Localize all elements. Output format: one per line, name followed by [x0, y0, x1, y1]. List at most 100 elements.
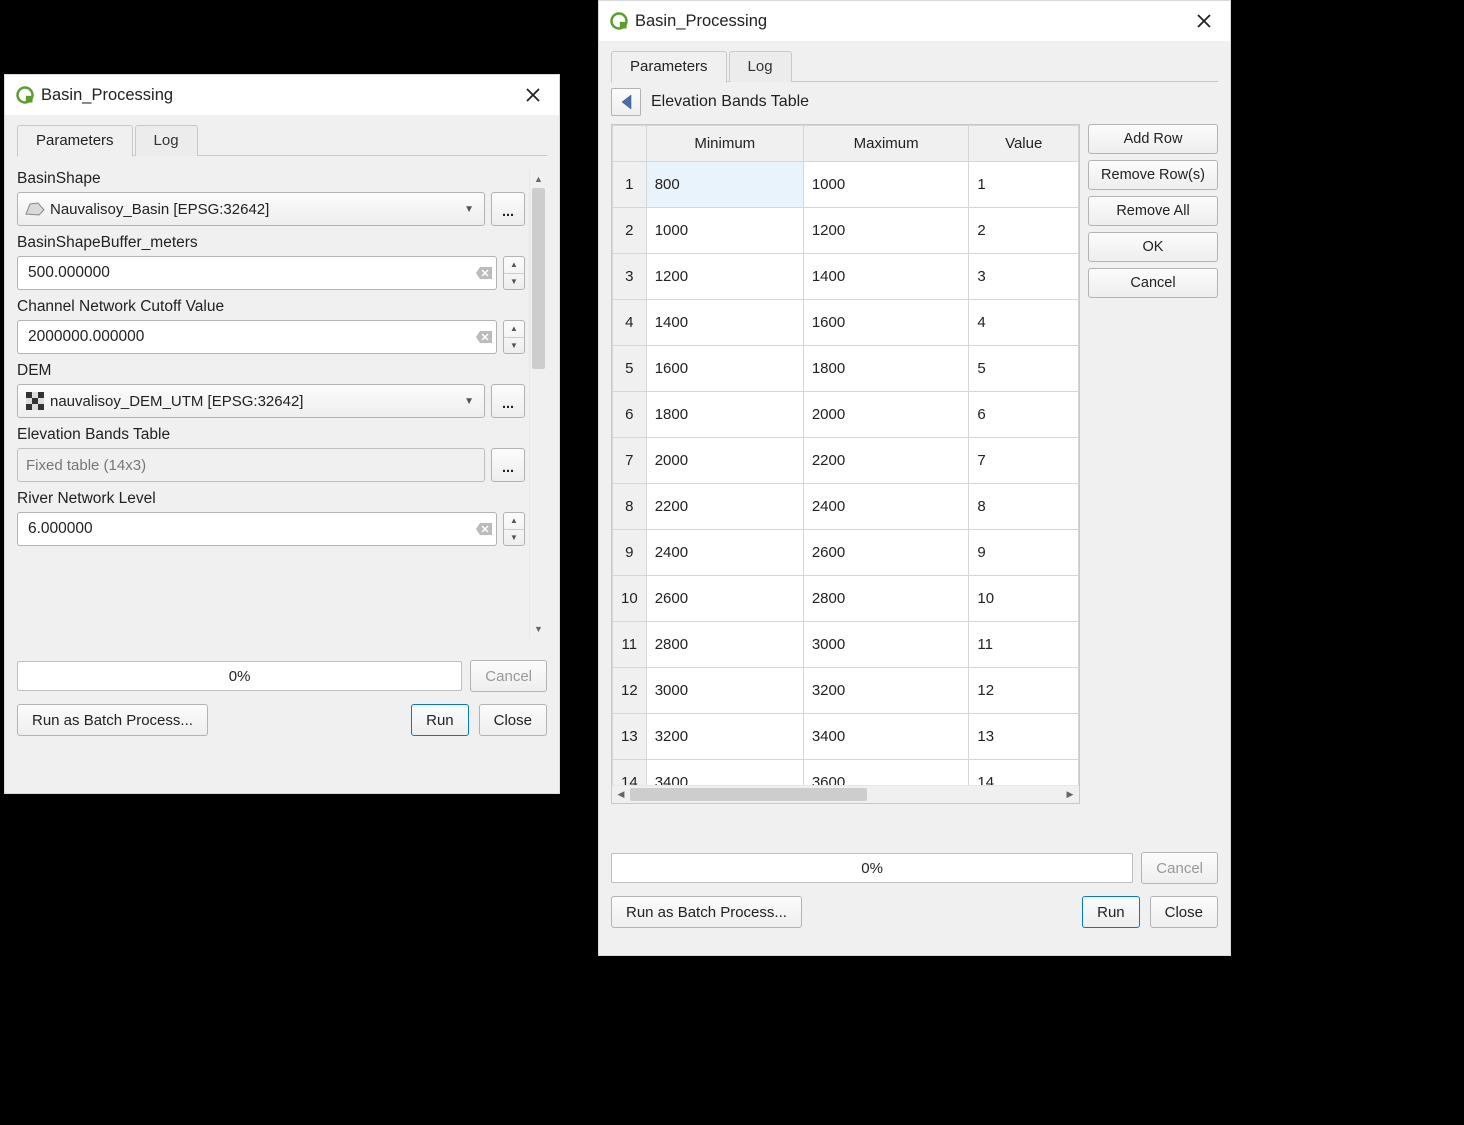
col-min[interactable]: Minimum: [646, 126, 803, 162]
table-row[interactable]: 133200340013: [613, 714, 1079, 760]
cell[interactable]: 2400: [803, 484, 969, 530]
spin-down-icon[interactable]: ▼: [504, 338, 524, 354]
run-button[interactable]: Run: [411, 704, 469, 736]
cell[interactable]: 2: [969, 208, 1079, 254]
cell[interactable]: 9: [969, 530, 1079, 576]
cell[interactable]: 7: [969, 438, 1079, 484]
row-header[interactable]: 6: [613, 392, 647, 438]
spin-up-icon[interactable]: ▲: [504, 321, 524, 338]
back-button[interactable]: [611, 88, 641, 116]
clear-icon[interactable]: [474, 267, 494, 279]
cell[interactable]: 1: [969, 162, 1079, 208]
cell[interactable]: 1800: [646, 392, 803, 438]
ok-button[interactable]: OK: [1088, 232, 1218, 262]
scroll-thumb[interactable]: [532, 188, 545, 369]
table-corner[interactable]: [613, 126, 647, 162]
elev-table-edit-button[interactable]: ...: [491, 448, 525, 482]
col-val[interactable]: Value: [969, 126, 1079, 162]
spin-down-icon[interactable]: ▼: [504, 530, 524, 546]
remove-rows-button[interactable]: Remove Row(s): [1088, 160, 1218, 190]
close-dialog-button[interactable]: Close: [1150, 896, 1218, 928]
run-batch-button[interactable]: Run as Batch Process...: [611, 896, 802, 928]
row-header[interactable]: 3: [613, 254, 647, 300]
river-level-spin[interactable]: ▲▼: [503, 512, 525, 546]
scroll-right-icon[interactable]: ▶: [1061, 789, 1079, 800]
table-row[interactable]: 2100012002: [613, 208, 1079, 254]
clear-icon[interactable]: [474, 331, 494, 343]
row-header[interactable]: 10: [613, 576, 647, 622]
cell[interactable]: 2000: [646, 438, 803, 484]
cell[interactable]: 2200: [646, 484, 803, 530]
cell[interactable]: 6: [969, 392, 1079, 438]
cell[interactable]: 12: [969, 668, 1079, 714]
cell[interactable]: 3600: [803, 760, 969, 786]
cell[interactable]: 3400: [803, 714, 969, 760]
table-row[interactable]: 8220024008: [613, 484, 1079, 530]
cutoff-spin[interactable]: ▲▼: [503, 320, 525, 354]
cell[interactable]: 1000: [803, 162, 969, 208]
row-header[interactable]: 12: [613, 668, 647, 714]
dem-more-button[interactable]: ...: [491, 384, 525, 418]
row-header[interactable]: 1: [613, 162, 647, 208]
cell[interactable]: 3000: [646, 668, 803, 714]
table-row[interactable]: 9240026009: [613, 530, 1079, 576]
cell[interactable]: 1200: [803, 208, 969, 254]
cell[interactable]: 1800: [803, 346, 969, 392]
row-header[interactable]: 11: [613, 622, 647, 668]
close-button[interactable]: [515, 77, 551, 113]
cell[interactable]: 11: [969, 622, 1079, 668]
cell[interactable]: 8: [969, 484, 1079, 530]
cell[interactable]: 2600: [803, 530, 969, 576]
horizontal-scrollbar[interactable]: ◀ ▶: [612, 785, 1079, 803]
cell[interactable]: 1000: [646, 208, 803, 254]
row-header[interactable]: 2: [613, 208, 647, 254]
cell[interactable]: 14: [969, 760, 1079, 786]
row-header[interactable]: 14: [613, 760, 647, 786]
table-row[interactable]: 112800300011: [613, 622, 1079, 668]
cutoff-input[interactable]: [26, 327, 474, 347]
scroll-thumb[interactable]: [630, 788, 867, 801]
run-batch-button[interactable]: Run as Batch Process...: [17, 704, 208, 736]
cell[interactable]: 3400: [646, 760, 803, 786]
cancel-table-button[interactable]: Cancel: [1088, 268, 1218, 298]
row-header[interactable]: 7: [613, 438, 647, 484]
cell[interactable]: 4: [969, 300, 1079, 346]
row-header[interactable]: 4: [613, 300, 647, 346]
vertical-scrollbar[interactable]: ▲ ▼: [529, 170, 547, 638]
spin-up-icon[interactable]: ▲: [504, 257, 524, 274]
close-button[interactable]: [1186, 3, 1222, 39]
cell[interactable]: 1600: [803, 300, 969, 346]
buffer-spin[interactable]: ▲▼: [503, 256, 525, 290]
scroll-down-icon[interactable]: ▼: [530, 620, 547, 638]
cell[interactable]: 1400: [646, 300, 803, 346]
cell[interactable]: 3000: [803, 622, 969, 668]
tab-parameters[interactable]: Parameters: [611, 51, 727, 83]
remove-all-button[interactable]: Remove All: [1088, 196, 1218, 226]
basinshape-more-button[interactable]: ...: [491, 192, 525, 226]
river-level-input[interactable]: [26, 519, 474, 539]
cell[interactable]: 2800: [646, 622, 803, 668]
table-row[interactable]: 4140016004: [613, 300, 1079, 346]
cell[interactable]: 10: [969, 576, 1079, 622]
cell[interactable]: 3200: [803, 668, 969, 714]
run-button[interactable]: Run: [1082, 896, 1140, 928]
cell[interactable]: 2400: [646, 530, 803, 576]
cell[interactable]: 5: [969, 346, 1079, 392]
tab-log[interactable]: Log: [135, 125, 198, 156]
row-header[interactable]: 8: [613, 484, 647, 530]
table-row[interactable]: 7200022007: [613, 438, 1079, 484]
cell[interactable]: 1200: [646, 254, 803, 300]
cell[interactable]: 1400: [803, 254, 969, 300]
table-row[interactable]: 143400360014: [613, 760, 1079, 786]
cell[interactable]: 1600: [646, 346, 803, 392]
row-header[interactable]: 9: [613, 530, 647, 576]
tab-parameters[interactable]: Parameters: [17, 125, 133, 157]
row-header[interactable]: 5: [613, 346, 647, 392]
spin-up-icon[interactable]: ▲: [504, 513, 524, 530]
cell[interactable]: 3: [969, 254, 1079, 300]
cell[interactable]: 13: [969, 714, 1079, 760]
add-row-button[interactable]: Add Row: [1088, 124, 1218, 154]
table-row[interactable]: 3120014003: [613, 254, 1079, 300]
scroll-up-icon[interactable]: ▲: [530, 170, 547, 188]
cell[interactable]: 3200: [646, 714, 803, 760]
